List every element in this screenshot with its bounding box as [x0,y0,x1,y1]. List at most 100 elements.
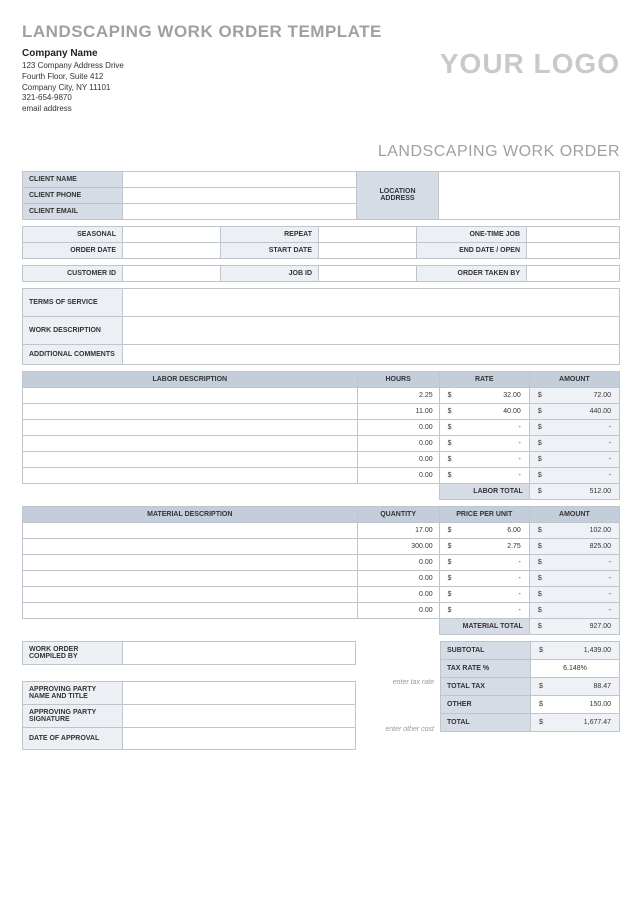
ids-table: CUSTOMER ID JOB ID ORDER TAKEN BY [22,265,620,282]
material-amount-cell: $- [529,554,619,570]
material-row: 17.00$6.00$102.00 [23,522,620,538]
labor-rate-cell[interactable]: $32.00 [439,387,529,403]
description-table: TERMS OF SERVICE WORK DESCRIPTION ADDITI… [22,288,620,365]
label-job-id: JOB ID [221,265,319,281]
field-customer-id[interactable] [123,265,221,281]
material-qty-cell[interactable]: 0.00 [357,586,439,602]
material-desc-cell[interactable] [23,602,358,618]
labor-desc-cell[interactable] [23,435,358,451]
labor-hours-cell[interactable]: 0.00 [357,419,439,435]
approval-table: APPROVING PARTY NAME AND TITLE APPROVING… [22,681,356,750]
field-one-time[interactable] [527,226,620,242]
labor-hours-cell[interactable]: 11.00 [357,403,439,419]
labor-hours-cell[interactable]: 0.00 [357,435,439,451]
label-approving-sig: APPROVING PARTY SIGNATURE [23,704,123,727]
label-customer-id: CUSTOMER ID [23,265,123,281]
material-desc-cell[interactable] [23,586,358,602]
material-ppu-cell[interactable]: $2.75 [439,538,529,554]
labor-rate-cell[interactable]: $- [439,435,529,451]
labor-hours-cell[interactable]: 0.00 [357,467,439,483]
field-client-phone[interactable] [123,187,357,203]
company-addr1: 123 Company Address Drive [22,61,124,72]
logo-placeholder: YOUR LOGO [440,48,620,80]
material-row: 0.00$-$- [23,586,620,602]
material-row: 0.00$-$- [23,602,620,618]
material-ppu-cell[interactable]: $- [439,554,529,570]
material-desc-cell[interactable] [23,538,358,554]
labor-desc-cell[interactable] [23,403,358,419]
material-qty-cell[interactable]: 0.00 [357,602,439,618]
field-location-address[interactable] [439,171,620,219]
labor-hours-cell[interactable]: 0.00 [357,451,439,467]
label-labor-total: LABOR TOTAL [439,483,529,499]
labor-hours-cell[interactable]: 2.25 [357,387,439,403]
label-material-total: MATERIAL TOTAL [439,618,529,634]
page-title: LANDSCAPING WORK ORDER TEMPLATE [22,22,620,42]
label-approving-name: APPROVING PARTY NAME AND TITLE [23,681,123,704]
labor-desc-cell[interactable] [23,419,358,435]
labor-desc-cell[interactable] [23,451,358,467]
field-work-desc[interactable] [123,316,620,344]
value-tax-rate[interactable]: 6.148% [531,659,620,677]
material-ppu-cell[interactable]: $- [439,586,529,602]
labor-amount-cell: $- [529,419,619,435]
material-desc-cell[interactable] [23,554,358,570]
field-order-date[interactable] [123,242,221,258]
company-phone: 321-654-9870 [22,93,124,104]
labor-amount-cell: $440.00 [529,403,619,419]
material-amount-cell: $102.00 [529,522,619,538]
field-approving-sig[interactable] [123,704,356,727]
material-amount-cell: $- [529,602,619,618]
label-end-date: END DATE / OPEN [417,242,527,258]
value-subtotal: $1,439.00 [531,641,620,659]
field-date-approval[interactable] [123,727,356,749]
material-amount-cell: $- [529,570,619,586]
material-qty-cell[interactable]: 17.00 [357,522,439,538]
labor-desc-cell[interactable] [23,467,358,483]
material-row: 0.00$-$- [23,554,620,570]
labor-row: 0.00$-$- [23,451,620,467]
material-amount-cell: $825.00 [529,538,619,554]
field-client-email[interactable] [123,203,357,219]
field-seasonal[interactable] [123,226,221,242]
labor-rate-cell[interactable]: $40.00 [439,403,529,419]
label-client-email: CLIENT EMAIL [23,203,123,219]
material-ppu-cell[interactable]: $6.00 [439,522,529,538]
value-other[interactable]: $150.00 [531,695,620,713]
label-client-name: CLIENT NAME [23,171,123,187]
material-row: 300.00$2.75$825.00 [23,538,620,554]
field-repeat[interactable] [319,226,417,242]
label-date-approval: DATE OF APPROVAL [23,727,123,749]
company-addr3: Company City, NY 11101 [22,83,124,94]
labor-row: 0.00$-$- [23,467,620,483]
schedule-type-table: SEASONAL REPEAT ONE-TIME JOB ORDER DATE … [22,226,620,259]
labor-header-desc: LABOR DESCRIPTION [23,371,358,387]
labor-rate-cell[interactable]: $- [439,467,529,483]
labor-rate-cell[interactable]: $- [439,451,529,467]
company-name: Company Name [22,48,124,59]
field-additional[interactable] [123,344,620,364]
material-desc-cell[interactable] [23,522,358,538]
labor-desc-cell[interactable] [23,387,358,403]
field-approving-name[interactable] [123,681,356,704]
hint-enter-tax: enter tax rate [356,679,440,686]
material-qty-cell[interactable]: 300.00 [357,538,439,554]
field-end-date[interactable] [527,242,620,258]
field-job-id[interactable] [319,265,417,281]
mat-header-qty: QUANTITY [357,506,439,522]
label-total-tax: TOTAL TAX [441,677,531,695]
document-subtitle: LANDSCAPING WORK ORDER [22,143,620,161]
field-compiled-by[interactable] [123,641,356,664]
totals-table: SUBTOTAL $1,439.00 TAX RATE % 6.148% TOT… [440,641,620,732]
material-desc-cell[interactable] [23,570,358,586]
material-qty-cell[interactable]: 0.00 [357,554,439,570]
field-order-taken-by[interactable] [527,265,620,281]
field-client-name[interactable] [123,171,357,187]
field-terms[interactable] [123,288,620,316]
material-qty-cell[interactable]: 0.00 [357,570,439,586]
field-start-date[interactable] [319,242,417,258]
material-ppu-cell[interactable]: $- [439,570,529,586]
material-ppu-cell[interactable]: $- [439,602,529,618]
labor-rate-cell[interactable]: $- [439,419,529,435]
label-order-date: ORDER DATE [23,242,123,258]
